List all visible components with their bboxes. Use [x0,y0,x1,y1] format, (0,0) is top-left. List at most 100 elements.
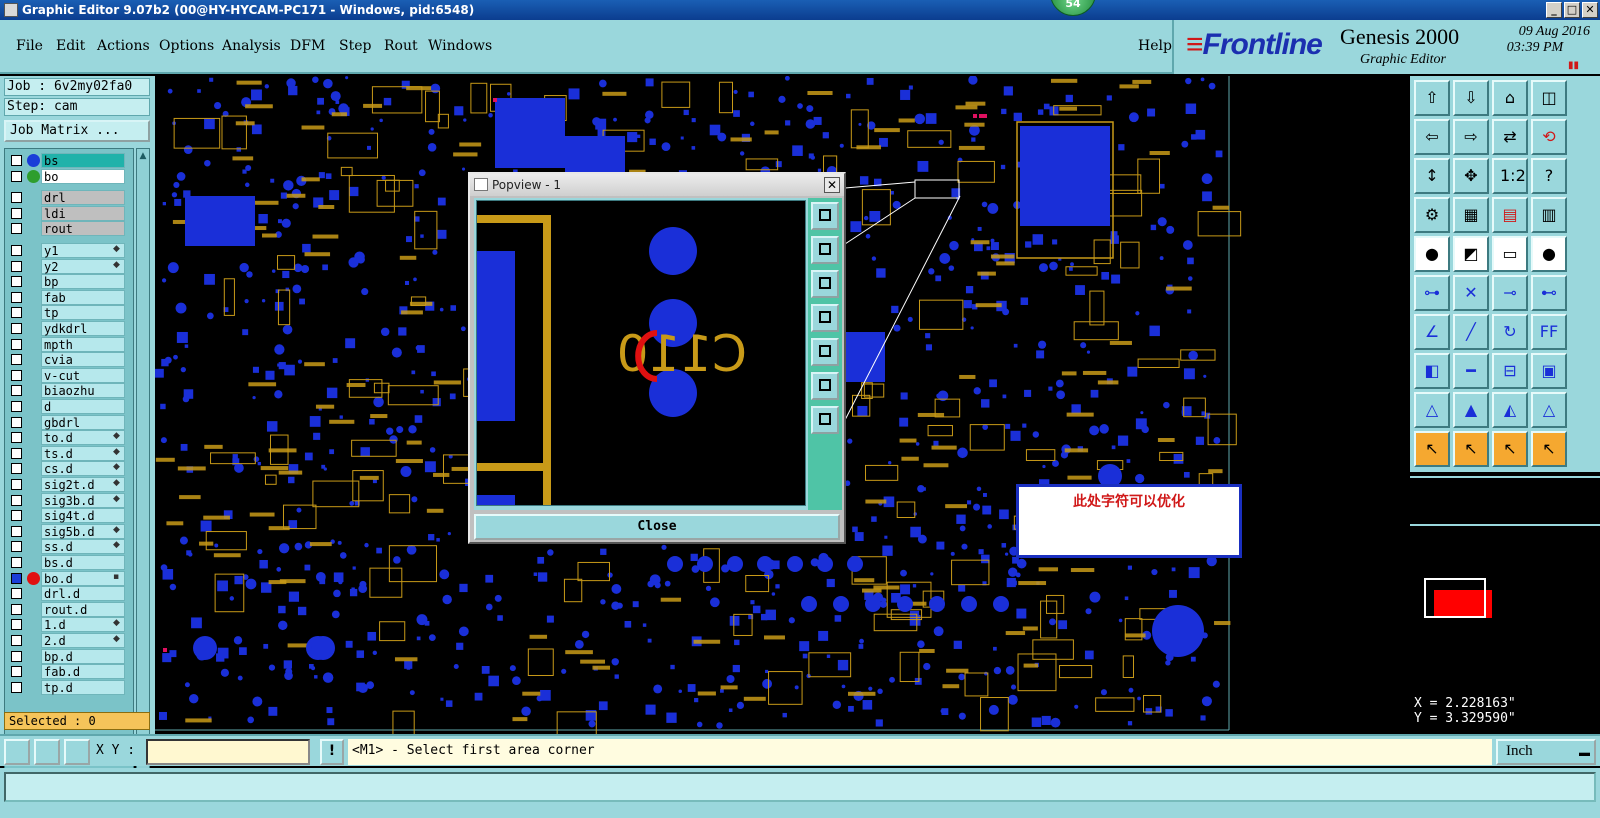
popview-pan-up-icon[interactable] [811,236,839,264]
select-pointer-icon[interactable]: ↖ [1414,431,1450,467]
layer-row-bp[interactable]: bp [7,274,131,290]
popview-zoom-view[interactable]: C110 [476,200,806,506]
overview-map[interactable] [1410,476,1600,690]
layer-row-fab-d[interactable]: fab.d [7,664,131,680]
snap-icon[interactable] [4,739,30,765]
layer-checkbox[interactable] [11,650,22,662]
layer-name[interactable]: drl.d [41,586,125,602]
job-matrix-button[interactable]: Job Matrix ... [4,120,150,142]
layer-checkbox[interactable] [11,681,22,693]
layer-checkbox[interactable] [11,291,22,303]
connect-icon[interactable]: ⊷ [1531,275,1567,311]
layer-name[interactable]: bs [41,153,125,168]
layer-checkbox[interactable] [11,447,22,459]
popview-pan-down-icon[interactable] [811,270,839,298]
layer-row-2-d[interactable]: 2.d ◆ [7,633,131,648]
ruler-icon[interactable]: ▭ [1492,236,1528,272]
layer-name[interactable]: d [41,399,125,414]
menu-analysis[interactable]: Analysis [222,38,281,54]
layer-row-d[interactable]: d [7,399,131,414]
layer-name[interactable]: gbdrl [41,414,125,430]
menu-help[interactable]: Help [1138,38,1172,54]
layer-row-bs-d[interactable]: bs.d [7,555,131,570]
layer-row-fab[interactable]: fab [7,289,131,305]
layer-checkbox[interactable] [11,245,22,256]
layer-checkbox[interactable] [11,192,22,204]
triangle-right-icon[interactable]: △ [1531,392,1567,428]
layer-checkbox[interactable] [11,307,22,319]
layer-checkbox[interactable] [11,207,22,219]
layer-checkbox[interactable] [11,619,22,631]
cross-icon[interactable]: ✕ [1453,275,1489,311]
layer-row-y2[interactable]: y2 ◆ [7,258,131,274]
layer-row-sig3b-d[interactable]: sig3b.d ◆ [7,492,131,508]
layer-checkbox[interactable] [11,338,22,350]
layer-name[interactable]: bp.d [41,648,125,664]
fit-icon[interactable]: ◫ [1531,80,1567,116]
layer-checkbox[interactable] [11,603,22,615]
minus-icon[interactable]: ━ [1453,353,1489,389]
pad-icon[interactable]: ⊸ [1492,275,1528,311]
triangle-outline-icon[interactable]: ◭ [1492,392,1528,428]
layer-row-bp-d[interactable]: bp.d [7,648,131,664]
layer-row-cs-d[interactable]: cs.d ◆ [7,461,131,477]
layer-list[interactable]: bs bo drl ldi rout y1 ◆ y2 ◆ bp fab tp ydkdrl mpth cvi… [4,148,134,770]
layer-color-dot[interactable] [27,571,40,585]
triangle-left-icon[interactable]: △ [1414,392,1450,428]
layer-list-scrollbar[interactable]: ▲ ▼ [136,148,150,770]
layer-row-1-d[interactable]: 1.d ◆ [7,617,131,633]
menu-windows[interactable]: Windows [428,38,492,54]
layer-name[interactable]: bs.d [41,555,125,570]
minimize-button[interactable]: _ [1546,2,1562,18]
layer-checkbox[interactable] [11,155,22,166]
layer-name[interactable]: tp.d [41,679,125,695]
popview-zoom-home-icon[interactable] [811,372,839,400]
layer-name[interactable]: bp [41,274,125,290]
layer-row-ss-d[interactable]: ss.d ◆ [7,539,131,555]
layer-checkbox[interactable] [11,510,22,522]
pause-icon[interactable]: ▮▮ [1568,60,1579,71]
layer-row-sig2t-d[interactable]: sig2t.d ◆ [7,477,131,492]
units-select[interactable]: Inch ▬ [1496,739,1596,765]
xy-input[interactable] [146,739,310,765]
layer-checkbox[interactable] [11,385,22,397]
layer-row-bo-d[interactable]: bo.d ▪ [7,570,131,586]
layer-name[interactable]: mpth [41,336,125,352]
rotate-icon[interactable]: ↻ [1492,314,1528,350]
layer-name[interactable]: rout.d [41,601,125,617]
popview-close-button[interactable]: Close [474,514,840,540]
layer-row-rout-d[interactable]: rout.d [7,601,131,617]
select-path-icon[interactable]: ↖ [1531,431,1567,467]
layer-row-gbdrl[interactable]: gbdrl [7,414,131,430]
popview-pan-left-icon[interactable] [811,304,839,332]
scale-1-2-icon[interactable]: 1:2 [1492,158,1528,194]
layer-checkbox[interactable] [11,588,22,600]
triangle-up-icon[interactable]: ▲ [1453,392,1489,428]
layer-row-rout[interactable]: rout [7,221,131,237]
measure-angle-icon[interactable] [34,739,60,765]
settings-icon[interactable]: ⚙ [1414,197,1450,233]
popview-zoom-in-icon[interactable] [811,202,839,230]
layer-checkbox[interactable] [11,369,22,381]
layer-checkbox[interactable] [11,323,22,334]
popview-zoom-fit-icon[interactable] [811,406,839,434]
area-icon[interactable]: ◩ [1453,236,1489,272]
select-net-icon[interactable]: ↖ [1492,431,1528,467]
layer-checkbox[interactable] [11,635,22,646]
popview-close-icon[interactable]: ✕ [824,177,840,193]
layer-name[interactable]: drl [41,190,125,206]
layer-row-tp[interactable]: tp [7,305,131,321]
layers-select-icon[interactable]: ▥ [1531,197,1567,233]
layer-name[interactable]: ldi [41,205,125,221]
layer-checkbox[interactable] [11,541,22,553]
layer-name[interactable]: sig4t.d [41,508,125,524]
move-down-icon[interactable]: ⇩ [1453,80,1489,116]
group-icon[interactable]: ▣ [1531,353,1567,389]
layer-name[interactable]: tp [41,305,125,321]
layer-row-to-d[interactable]: to.d ◆ [7,430,131,446]
layer-checkbox[interactable] [11,557,22,568]
ff-icon[interactable]: FF [1531,314,1567,350]
popview-pan-right-icon[interactable] [811,338,839,366]
layer-checkbox[interactable] [11,494,22,506]
layer-row-bo[interactable]: bo [7,168,131,184]
